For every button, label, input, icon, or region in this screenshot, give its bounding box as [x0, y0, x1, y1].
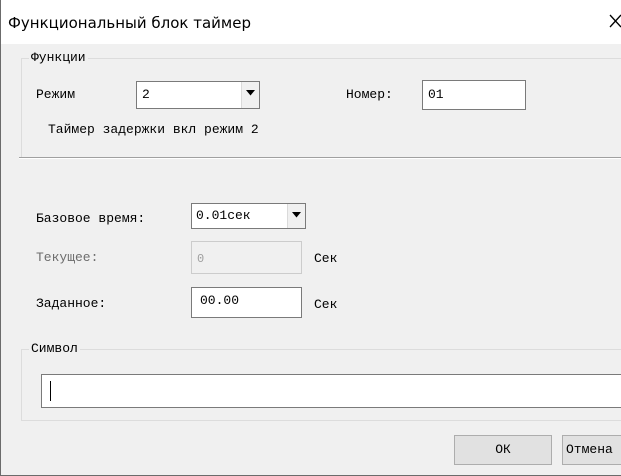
window-title: Функциональный блок таймер — [8, 14, 251, 32]
title-bar[interactable]: Функциональный блок таймер — [1, 0, 621, 44]
current-label: Текущее: — [36, 250, 99, 265]
chevron-down-icon[interactable] — [241, 82, 259, 108]
functions-group — [21, 58, 621, 158]
ok-button[interactable]: ОК — [454, 435, 552, 465]
timer-description: Таймер задержки вкл режим 2 — [48, 122, 259, 137]
preset-value-field[interactable]: 00.00 — [191, 287, 302, 318]
close-icon[interactable] — [609, 13, 621, 29]
base-time-dropdown-value: 0.01сек — [196, 208, 251, 223]
preset-label: Заданное: — [36, 296, 107, 311]
number-field[interactable]: 01 — [422, 80, 526, 110]
symbol-group-legend: Символ — [29, 341, 80, 356]
text-caret — [50, 381, 51, 401]
timer-function-block-dialog: Функциональный блок таймер Функции Режим… — [0, 0, 621, 476]
functions-group-legend: Функции — [29, 50, 88, 65]
number-label: Номер: — [346, 87, 393, 102]
base-time-dropdown[interactable]: 0.01сек — [191, 203, 306, 229]
section-divider — [19, 157, 621, 159]
current-value-field: 0 — [191, 241, 302, 274]
cancel-button[interactable]: Отмена — [562, 435, 621, 465]
mode-dropdown-value: 2 — [142, 87, 150, 102]
mode-dropdown[interactable]: 2 — [136, 81, 260, 109]
base-time-label: Базовое время: — [36, 211, 146, 226]
symbol-input[interactable] — [41, 374, 621, 408]
chevron-down-icon[interactable] — [287, 204, 305, 228]
preset-unit: Сек — [314, 297, 338, 312]
current-unit: Сек — [314, 251, 338, 266]
mode-label: Режим — [36, 87, 76, 102]
